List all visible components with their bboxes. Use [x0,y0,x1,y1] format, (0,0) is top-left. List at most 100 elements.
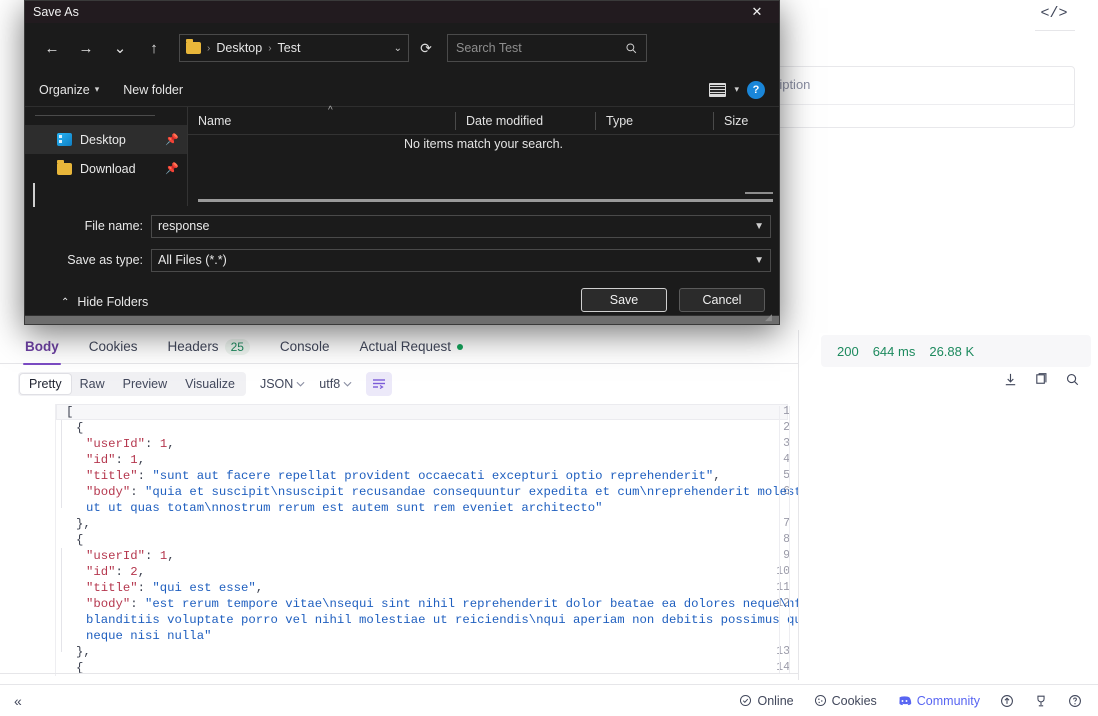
code-token-pun: }, [76,517,91,531]
breadcrumb-chevron-down-icon[interactable]: ⌄ [394,43,402,54]
forward-button[interactable]: → [69,31,103,65]
download-icon[interactable] [1003,372,1018,387]
column-header-type[interactable]: Type [596,111,714,130]
pin-icon[interactable]: 📌 [165,162,179,175]
language-dropdown[interactable]: JSON [260,377,305,391]
search-icon [626,42,637,53]
up-button[interactable]: ↑ [137,31,171,65]
forward-icon: → [78,39,94,57]
column-header-size[interactable]: Size [714,112,748,130]
code-token-pun: { [76,421,84,435]
code-token-pun: , [167,549,175,563]
upload-circle-icon[interactable] [1000,694,1014,708]
segment-visualize[interactable]: Visualize [176,374,244,394]
tab-headers-label: Headers [167,339,219,354]
organize-button[interactable]: Organize ▾ [39,83,99,97]
tab-console[interactable]: Console [280,330,330,364]
response-body-editor[interactable]: 1 2 3 4 5 6 7 8 9 10 11 12 13 14 [{"userId": 1, "id": … [0,404,798,676]
help-glyph: ? [752,83,760,96]
code-token-str: ut ut quas totam\nnostrum rerum est aute… [86,501,603,515]
response-status-summary: 200 644 ms 26.88 K [821,335,1091,367]
view-chevron-down-icon[interactable]: ▾ [734,84,739,95]
back-button[interactable]: ← [35,31,69,65]
tab-cookies[interactable]: Cookies [89,330,138,364]
code-token-num: 2 [130,565,138,579]
body-toolbar: Pretty Raw Preview Visualize JSON utf8 [0,364,798,404]
tab-actual-request[interactable]: Actual Request [359,330,464,364]
chevron-down-icon[interactable]: ▼ [754,255,764,266]
dialog-title-bar[interactable]: Save As [25,1,779,23]
editor-bottom-divider [0,673,798,674]
segment-raw[interactable]: Raw [71,374,114,394]
description-field[interactable]: ription [770,66,1075,128]
hide-folders-button[interactable]: ⌃ Hide Folders [61,295,148,309]
search-box[interactable] [447,34,647,62]
status-community-label: Community [916,693,980,708]
file-list-horizontal-scrollbar[interactable] [198,199,773,202]
close-icon[interactable]: ✕ [735,1,779,23]
help-circle-icon[interactable] [1068,694,1082,708]
column-header-name[interactable]: Name [188,111,456,130]
file-name-combobox[interactable]: ▼ [151,214,771,238]
status-cookies[interactable]: Cookies [814,694,877,708]
code-token-pun: : [137,581,153,595]
column-header-type-label: Type [606,113,634,128]
status-community[interactable]: Community [897,694,980,708]
refresh-button[interactable]: ⟳ [415,40,437,57]
file-name-input[interactable] [158,219,755,233]
code-token-str: "sunt aut facere repellat provident occa… [152,469,714,483]
copy-icon[interactable] [1034,372,1049,387]
description-placeholder: ription [775,77,811,92]
editor-vertical-scrollbar[interactable] [779,406,790,674]
code-token-num: 1 [130,453,138,467]
column-header-date-modified[interactable]: Date modified [456,111,596,130]
chevron-double-left-icon[interactable]: « [14,693,22,709]
code-line: { [66,532,83,548]
tab-body[interactable]: Body [23,330,61,365]
code-token-key: "userId" [86,549,146,563]
resize-grip[interactable]: ◢ [765,312,775,322]
segment-pretty[interactable]: Pretty [20,374,71,394]
wrap-lines-icon[interactable] [366,372,393,396]
status-online[interactable]: Online [739,694,794,708]
breadcrumb-item-desktop[interactable]: Desktop [216,41,262,55]
chevron-down-icon[interactable]: ▼ [754,221,764,232]
tab-actual-request-label: Actual Request [359,339,452,354]
close-glyph: ✕ [751,4,763,19]
cancel-button-label: Cancel [702,293,742,307]
code-token-str: neque nisi nulla" [86,629,212,643]
code-snippet-icon[interactable]: </> [1038,0,1070,26]
segment-preview[interactable]: Preview [114,374,176,394]
chevron-down-icon: ▾ [94,84,100,94]
code-content: [{"userId": 1, "id": 1, "title": "sunt aut… [56,404,798,676]
breadcrumb-item-test[interactable]: Test [278,41,301,55]
cancel-button[interactable]: Cancel [679,288,765,312]
save-as-type-combobox[interactable]: All Files (*.*) ▼ [151,248,771,272]
sidebar-item-download[interactable]: Download 📌 [25,154,187,183]
save-as-dialog[interactable]: Save As ✕ ← → ⌄ ↑ › Desktop › Test ⌄ ⟳ S… [24,0,780,325]
desktop-icon [57,133,72,146]
recent-locations-button[interactable]: ⌄ [103,31,137,65]
file-name-label: File name: [84,219,143,233]
encoding-dropdown[interactable]: utf8 [319,377,352,391]
trophy-icon[interactable] [1034,694,1048,708]
breadcrumb[interactable]: › Desktop › Test ⌄ [179,34,409,62]
response-panel-divider [798,330,799,680]
search-input[interactable] [456,41,625,55]
search-icon[interactable] [1065,372,1080,387]
sidebar-item-desktop[interactable]: Desktop 📌 [25,125,187,154]
tab-headers[interactable]: Headers 25 [168,330,250,364]
back-icon: ← [44,39,60,57]
view-list-icon[interactable] [709,82,727,97]
new-folder-button[interactable]: New folder [123,83,183,97]
save-button[interactable]: Save [581,288,667,312]
response-tab-bar: Body Cookies Headers 25 Console Actual R… [0,330,798,365]
file-list[interactable]: Name Date modified Type Size ^ No items … [187,105,779,206]
help-icon[interactable]: ? [747,80,765,99]
pin-icon[interactable]: 📌 [165,133,179,146]
dialog-buttons: Save Cancel [581,288,765,312]
code-line: "title": "qui est esse", [66,580,263,596]
sidebar-splitter-handle[interactable] [33,183,35,207]
sidebar-item-desktop-label: Desktop [80,132,126,147]
code-token-key: "body" [86,485,131,499]
